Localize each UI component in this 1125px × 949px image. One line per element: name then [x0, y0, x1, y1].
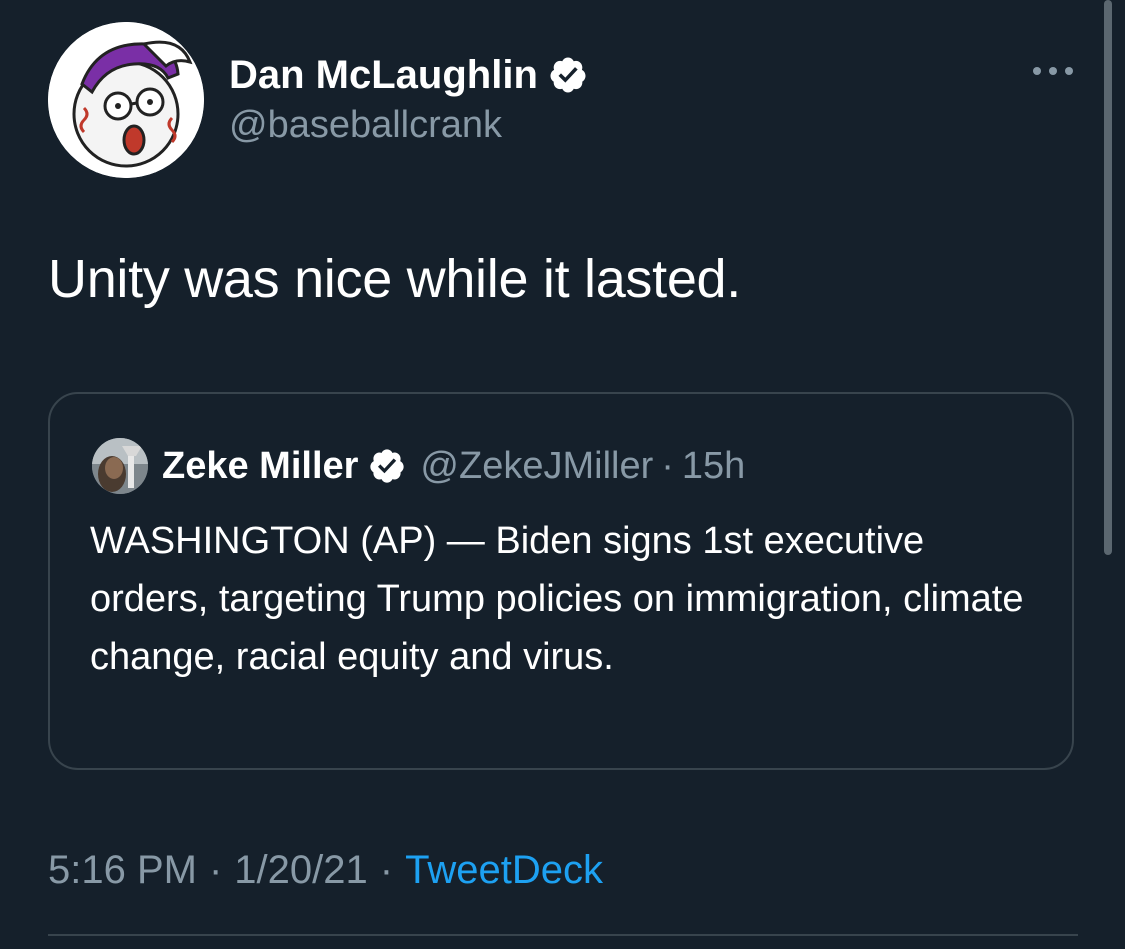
- meta-separator: ·: [208, 848, 223, 892]
- profile-photo-icon: [92, 438, 148, 494]
- cartoon-baseball-avatar-icon: [48, 22, 204, 178]
- quoted-tweet-text: WASHINGTON (AP) — Biden signs 1st execut…: [90, 520, 1024, 678]
- quoted-tweet-header: Zeke Miller @ZekeJMiller · 15h: [162, 438, 745, 494]
- quoted-author-avatar[interactable]: [92, 438, 148, 494]
- author-avatar[interactable]: [48, 22, 204, 178]
- divider: [48, 934, 1078, 936]
- verified-badge-icon: [370, 449, 405, 483]
- quoted-timestamp[interactable]: 15h: [682, 445, 745, 488]
- tweet-text: Unity was nice while it lasted.: [48, 249, 741, 309]
- quoted-separator: ·: [661, 444, 674, 487]
- tweet-date[interactable]: 1/20/21: [234, 848, 367, 893]
- author-handle[interactable]: @baseballcrank: [229, 104, 502, 147]
- tweet-source-link[interactable]: TweetDeck: [405, 848, 603, 893]
- quoted-tweet-card[interactable]: Zeke Miller @ZekeJMiller · 15h WASHINGTO…: [48, 392, 1074, 770]
- more-options-button[interactable]: [1028, 56, 1078, 86]
- tweet-meta: 5:16 PM · 1/20/21 · TweetDeck: [48, 848, 603, 893]
- quoted-author-handle[interactable]: @ZekeJMiller: [420, 445, 653, 488]
- scrollbar[interactable]: [1104, 0, 1112, 555]
- author-name-row[interactable]: Dan McLaughlin: [229, 50, 588, 100]
- author-name[interactable]: Dan McLaughlin: [229, 53, 538, 98]
- verified-badge-icon: [550, 57, 586, 93]
- quoted-author-name[interactable]: Zeke Miller: [162, 445, 358, 488]
- meta-separator: ·: [379, 848, 394, 892]
- tweet-time[interactable]: 5:16 PM: [48, 848, 197, 893]
- tweet-detail-view: Dan McLaughlin @baseballcrank Unity was …: [0, 0, 1125, 949]
- more-options-icon: [1033, 67, 1073, 75]
